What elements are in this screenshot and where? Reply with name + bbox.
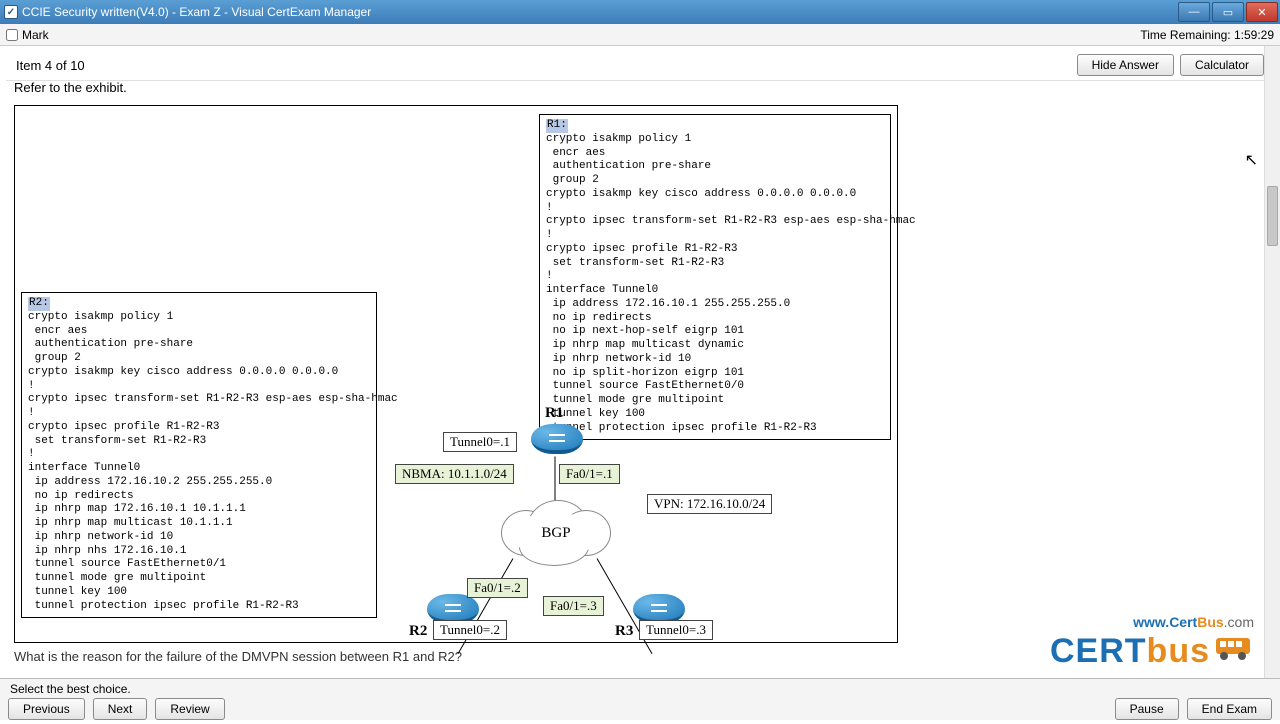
end-exam-button[interactable]: End Exam	[1187, 698, 1272, 720]
pause-button[interactable]: Pause	[1115, 698, 1179, 720]
calculator-button[interactable]: Calculator	[1180, 54, 1264, 76]
hide-answer-button[interactable]: Hide Answer	[1077, 54, 1174, 76]
scrollbar-thumb[interactable]	[1267, 186, 1278, 246]
window-title: CCIE Security written(V4.0) - Exam Z - V…	[22, 5, 1178, 19]
mark-checkbox-wrap[interactable]: Mark	[6, 28, 1140, 42]
content-area: Refer to the exhibit. R1: crypto isakmp …	[0, 76, 1280, 678]
app-icon: ✓	[4, 5, 18, 19]
window-titlebar: ✓ CCIE Security written(V4.0) - Exam Z -…	[0, 0, 1280, 24]
label-tunnel0-2: Tunnel0=.2	[433, 620, 507, 640]
r2-body: crypto isakmp policy 1 encr aes authenti…	[28, 311, 398, 612]
r1-header: R1:	[546, 119, 568, 133]
mark-label: Mark	[22, 28, 49, 42]
cloud-label: BGP	[501, 524, 611, 543]
bgp-cloud: BGP	[501, 496, 611, 566]
question-intro: Refer to the exhibit.	[14, 80, 1266, 95]
router-r1-icon	[531, 424, 583, 454]
next-button[interactable]: Next	[93, 698, 148, 720]
review-button[interactable]: Review	[155, 698, 224, 720]
logo-big: CERTbus	[1050, 632, 1254, 668]
top-toolbar: Mark Time Remaining: 1:59:29	[0, 24, 1280, 46]
label-fa01-2: Fa0/1=.2	[467, 578, 528, 598]
r1-body: crypto isakmp policy 1 encr aes authenti…	[546, 133, 916, 434]
mark-checkbox[interactable]	[6, 29, 18, 41]
r2-header: R2:	[28, 297, 50, 311]
label-tunnel0-3: Tunnel0=.3	[639, 620, 713, 640]
label-tunnel0-1: Tunnel0=.1	[443, 432, 517, 452]
logo-url: www.CertBus.com	[1050, 614, 1254, 630]
router-r3-label: R3	[615, 622, 633, 641]
router-r1-label: R1	[545, 404, 563, 423]
vertical-scrollbar[interactable]	[1264, 46, 1280, 678]
maximize-button[interactable]: ▭	[1212, 2, 1244, 22]
window-buttons: — ▭ ✕	[1178, 0, 1280, 24]
close-button[interactable]: ✕	[1246, 2, 1278, 22]
label-vpn: VPN: 172.16.10.0/24	[647, 494, 772, 514]
minimize-button[interactable]: —	[1178, 2, 1210, 22]
bus-icon	[1214, 632, 1254, 668]
label-nbma: NBMA: 10.1.1.0/24	[395, 464, 514, 484]
label-fa01-3: Fa0/1=.3	[543, 596, 604, 616]
r1-config: R1: crypto isakmp policy 1 encr aes auth…	[539, 114, 891, 440]
label-fa01-1: Fa0/1=.1	[559, 464, 620, 484]
item-count: Item 4 of 10	[16, 58, 1071, 73]
time-remaining: Time Remaining: 1:59:29	[1140, 28, 1274, 42]
exhibit-box: R1: crypto isakmp policy 1 encr aes auth…	[14, 105, 898, 643]
certbus-logo: www.CertBus.com CERTbus	[1050, 614, 1254, 668]
r2-config: R2: crypto isakmp policy 1 encr aes auth…	[21, 292, 377, 618]
footer-instruction: Select the best choice.	[0, 679, 1280, 696]
router-r2-label: R2	[409, 622, 427, 641]
previous-button[interactable]: Previous	[8, 698, 85, 720]
footer-bar: Select the best choice. Previous Next Re…	[0, 678, 1280, 720]
